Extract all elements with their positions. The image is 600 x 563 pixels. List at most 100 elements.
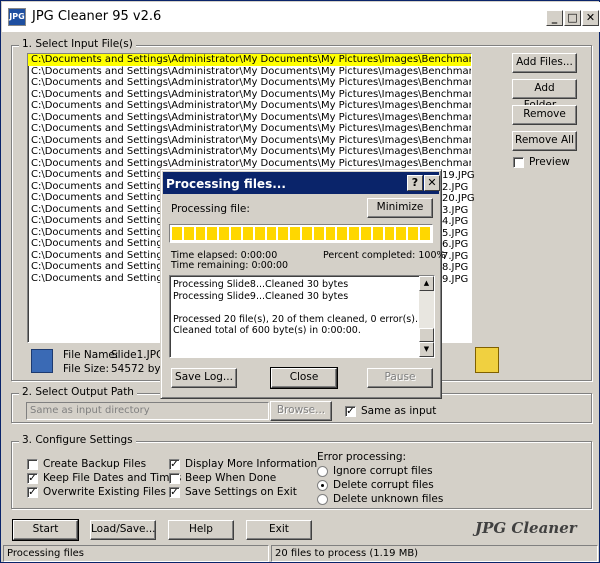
progress-segment: [325, 227, 336, 240]
scroll-up-icon[interactable]: ▲: [419, 276, 434, 291]
file-list-item-tail: 9.JPG: [442, 273, 469, 285]
file-list-item[interactable]: C:\Documents and Settings\Administrator\…: [28, 100, 471, 112]
processing-log[interactable]: Processing Slide8...Cleaned 30 bytes Proc…: [169, 275, 435, 358]
file-list-item-tail: 8.JPG: [442, 262, 469, 273]
dialog-help-button[interactable]: ?: [407, 175, 423, 191]
file-list-item-tail: 20.JPG: [442, 193, 475, 204]
file-list-item-tail: 7.JPG: [442, 250, 469, 262]
close-button[interactable]: Close: [270, 367, 338, 389]
progress-segment: [384, 227, 395, 240]
file-list-item-tail: 6.JPG: [442, 239, 469, 250]
progress-segment: [266, 227, 277, 240]
file-list-item[interactable]: C:\Documents and Settings\Administrator\…: [28, 135, 471, 147]
minimize-button[interactable]: Minimize: [367, 198, 433, 218]
file-list-item[interactable]: C:\Documents and Settings\Administrator\…: [28, 112, 471, 124]
save-settings-label: Save Settings on Exit: [185, 486, 297, 498]
same-as-input-checkbox[interactable]: ✓: [345, 406, 356, 417]
minimize-window-button[interactable]: _: [546, 10, 563, 26]
add-folder-button[interactable]: Add Folder...: [512, 79, 577, 111]
output-path-field[interactable]: Same as input directory: [26, 402, 269, 420]
file-list-item-tail: 2.JPG: [442, 181, 469, 193]
processing-dialog: Processing files... ? ✕ Processing file:…: [160, 169, 446, 399]
scroll-down-icon[interactable]: ▼: [419, 342, 434, 357]
file-list-item-tail: 5.JPG: [442, 227, 469, 239]
delete-corrupt-radio[interactable]: [317, 480, 328, 491]
close-window-button[interactable]: ✕: [582, 10, 599, 26]
progress-segment: [337, 227, 348, 240]
maximize-window-button[interactable]: □: [564, 10, 581, 26]
progress-segment: [278, 227, 289, 240]
help-button[interactable]: Help: [168, 520, 234, 540]
save-log-button[interactable]: Save Log...: [171, 368, 237, 388]
progress-segment: [172, 227, 182, 240]
error-processing-label: Error processing:: [317, 451, 407, 463]
file-thumbnail-icon: [31, 349, 53, 373]
title-bar[interactable]: JPG JPG Cleaner 95 v2.6 _ □ ✕: [2, 2, 600, 32]
file-list-item-tail: 3.JPG: [442, 204, 469, 216]
scroll-thumb[interactable]: [419, 328, 434, 342]
delete-corrupt-label: Delete corrupt files: [333, 479, 434, 491]
delete-unknown-label: Delete unknown files: [333, 493, 444, 505]
jpg-file-icon: [475, 347, 499, 373]
overwrite-checkbox[interactable]: ✓: [27, 487, 38, 498]
progress-segment: [254, 227, 265, 240]
progress-segment: [219, 227, 230, 240]
progress-segment: [396, 227, 407, 240]
save-settings-checkbox[interactable]: ✓: [169, 487, 180, 498]
add-files-button[interactable]: Add Files...: [512, 53, 577, 73]
log-line: Cleaned total of 600 byte(s) in 0:00:00.: [173, 325, 361, 336]
create-backup-label: Create Backup Files: [43, 458, 147, 470]
log-line: Processing Slide9...Cleaned 30 bytes: [173, 290, 349, 302]
same-as-input-label: Same as input: [361, 405, 437, 417]
progress-segment: [349, 227, 359, 240]
brand-logo-text: JPG Cleaner: [475, 519, 577, 537]
dialog-title: Processing files...: [166, 177, 286, 191]
delete-unknown-radio[interactable]: [317, 494, 328, 505]
processing-file-label: Processing file:: [171, 203, 250, 215]
progress-segment: [408, 227, 419, 240]
browse-button[interactable]: Browse...: [270, 401, 332, 421]
file-list-item-tail: 4.JPG: [442, 216, 469, 227]
dialog-close-icon[interactable]: ✕: [424, 175, 440, 191]
remove-all-button[interactable]: Remove All: [512, 131, 577, 151]
preview-checkbox[interactable]: [513, 157, 524, 168]
percent-completed: Percent completed: 100%: [323, 250, 446, 261]
overwrite-label: Overwrite Existing Files: [43, 486, 166, 498]
progress-bar: [169, 224, 433, 243]
exit-button[interactable]: Exit: [246, 520, 312, 540]
log-scrollbar[interactable]: ▲ ▼: [419, 276, 434, 357]
file-list-item[interactable]: C:\Documents and Settings\Administrator\…: [28, 146, 471, 158]
ignore-corrupt-radio[interactable]: [317, 466, 328, 477]
preview-label: Preview: [529, 156, 570, 168]
progress-segment: [195, 227, 206, 240]
status-right: 20 files to process (1.19 MB): [271, 545, 598, 562]
progress-segment: [290, 227, 300, 240]
keep-dates-checkbox[interactable]: ✓: [27, 473, 38, 484]
file-size-label: File Size:: [63, 363, 109, 375]
dialog-title-bar[interactable]: Processing files... ? ✕: [163, 172, 440, 194]
file-list-item[interactable]: C:\Documents and Settings\Administrator\…: [28, 54, 471, 66]
start-button[interactable]: Start: [12, 519, 79, 541]
file-list-item[interactable]: C:\Documents and Settings\Administrator\…: [28, 89, 471, 101]
remove-button[interactable]: Remove: [512, 105, 577, 125]
file-name-value: Slide1.JPG: [111, 349, 165, 361]
pause-button[interactable]: Pause: [367, 368, 433, 388]
progress-segment: [361, 227, 371, 240]
progress-segment: [372, 227, 383, 240]
progress-segment: [301, 227, 312, 240]
beep-checkbox[interactable]: [169, 473, 180, 484]
file-list-item[interactable]: C:\Documents and Settings\Administrator\…: [28, 77, 471, 89]
file-list-item[interactable]: C:\Documents and Settings\Administrator\…: [28, 123, 471, 135]
progress-segment: [207, 227, 218, 240]
create-backup-checkbox[interactable]: [27, 459, 38, 470]
file-list-item[interactable]: C:\Documents and Settings\Administrator\…: [28, 66, 471, 78]
main-window: JPG JPG Cleaner 95 v2.6 _ □ ✕ 1. Select …: [0, 0, 600, 563]
display-more-checkbox[interactable]: ✓: [169, 459, 180, 470]
progress-segment: [313, 227, 324, 240]
load-save-button[interactable]: Load/Save...: [90, 520, 156, 540]
file-list-item[interactable]: C:\Documents and Settings\Administrator\…: [28, 158, 471, 170]
progress-segment: [183, 227, 194, 240]
settings-label: 3. Configure Settings: [19, 434, 136, 446]
display-more-label: Display More Information: [185, 458, 318, 470]
